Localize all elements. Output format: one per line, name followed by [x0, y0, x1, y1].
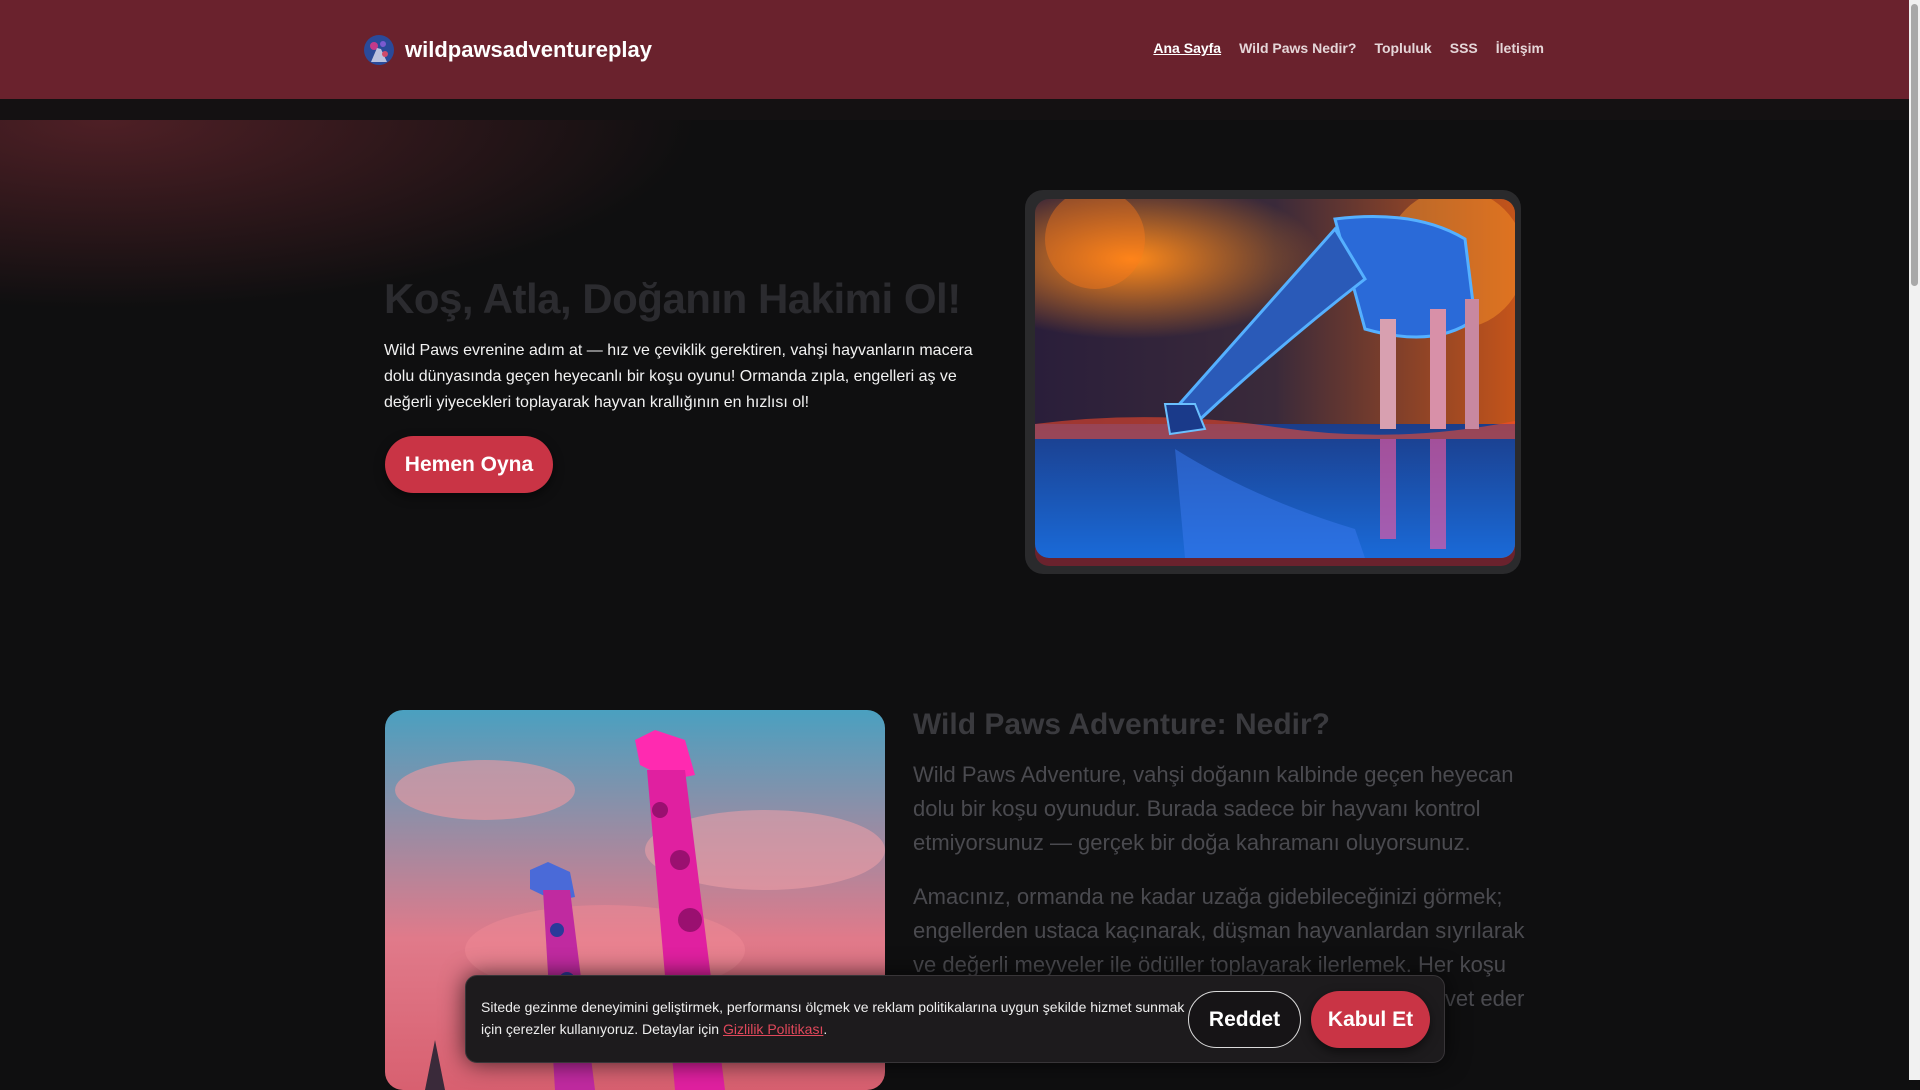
- nav-item-iletisim[interactable]: İletişim: [1496, 40, 1544, 56]
- giraffe-logo-icon: [364, 35, 394, 65]
- nav-item-sss[interactable]: SSS: [1450, 40, 1478, 56]
- brand-link[interactable]: wildpawsadventureplay: [363, 34, 652, 66]
- nav-item-topluluk[interactable]: Topluluk: [1374, 40, 1431, 56]
- page-scrollbar[interactable]: [1909, 0, 1920, 1080]
- nav-item-wild-paws-nedir[interactable]: Wild Paws Nedir?: [1239, 40, 1356, 56]
- about-paragraph-1: Wild Paws Adventure, vahşi doğanın kalbi…: [913, 762, 1514, 855]
- privacy-policy-link[interactable]: Gizlilik Politikası: [723, 1021, 823, 1037]
- site-header: wildpawsadventureplay Ana Sayfa Wild Paw…: [0, 0, 1909, 99]
- cookie-consent-bar: Sitede gezinme deneyimini geliştirmek, p…: [465, 975, 1445, 1063]
- nav-item-ana-sayfa[interactable]: Ana Sayfa: [1153, 40, 1221, 56]
- cookie-text: Sitede gezinme deneyimini geliştirmek, p…: [481, 996, 1201, 1040]
- scrollbar-thumb[interactable]: [1911, 4, 1918, 286]
- header-divider: [0, 99, 1909, 120]
- hero-title: Koş, Atla, Doğanın Hakimi Ol!: [384, 275, 961, 322]
- accept-cookies-button[interactable]: Kabul Et: [1311, 991, 1430, 1048]
- brand-name: wildpawsadventureplay: [405, 37, 652, 62]
- cookie-message: Sitede gezinme deneyimini geliştirmek, p…: [481, 999, 1185, 1037]
- reject-cookies-button[interactable]: Reddet: [1188, 991, 1301, 1048]
- hero-description: Wild Paws evrenine adım at — hız ve çevi…: [384, 342, 973, 411]
- play-now-button[interactable]: Hemen Oyna: [385, 436, 553, 493]
- neon-giraffe-drinking-image: [1035, 199, 1515, 558]
- hero-image-card: [1025, 190, 1521, 574]
- main-nav: Ana Sayfa Wild Paws Nedir? Topluluk SSS …: [1153, 40, 1544, 56]
- cookie-period: .: [823, 1021, 828, 1037]
- about-title: Wild Paws Adventure: Nedir?: [913, 708, 1331, 741]
